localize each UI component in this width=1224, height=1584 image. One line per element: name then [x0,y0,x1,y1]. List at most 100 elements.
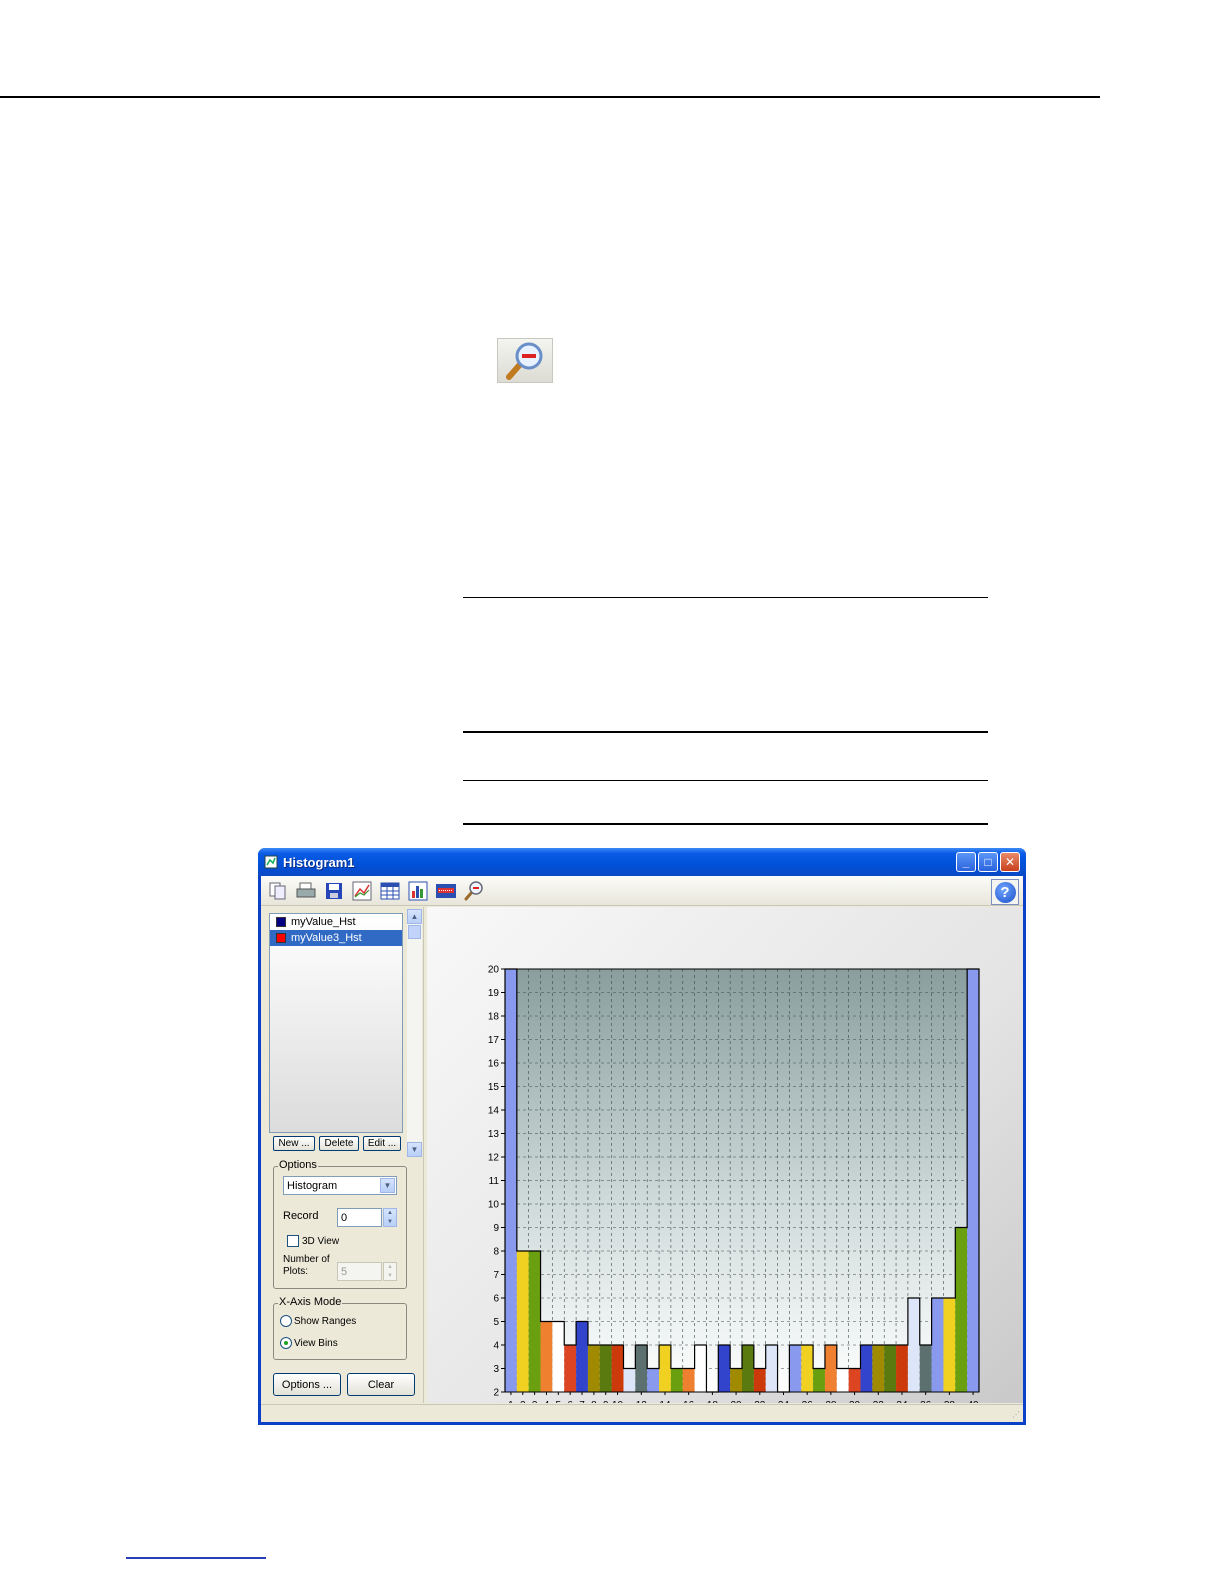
histogram-bar [872,1345,885,1392]
series-item-myvalue3-hst[interactable]: myValue3_Hst [270,930,402,946]
x-tick-label: 16 [683,1400,695,1403]
minimize-button[interactable]: _ [956,852,976,872]
histogram-bar [801,1345,814,1392]
3d-view-label: 3D View [302,1236,340,1247]
line-graph-icon[interactable] [351,880,373,902]
edit-series-button[interactable]: Edit ... [363,1136,401,1151]
scroll-thumb[interactable] [408,925,421,939]
histogram-bar [896,1345,908,1392]
x-tick-label: 32 [873,1400,885,1403]
y-tick-label: 11 [489,1176,500,1187]
histogram-bar [730,1368,742,1392]
histogram-bar [884,1345,897,1392]
y-tick-label: 3 [493,1364,499,1375]
zoom-out-icon[interactable] [463,880,485,902]
section-rule-1 [463,597,988,598]
x-tick-label: 18 [707,1400,719,1403]
table-icon[interactable] [379,880,401,902]
chevron-down-icon[interactable]: ▼ [380,1178,395,1193]
y-tick-label: 7 [493,1270,499,1281]
histogram-bar [647,1368,660,1392]
3d-view-checkbox[interactable] [287,1235,299,1247]
display-type-value: Histogram [287,1179,338,1192]
histogram-bar [718,1345,731,1392]
zoom-out-icon [497,338,553,383]
show-ranges-radio[interactable] [280,1315,292,1327]
histogram-bar [860,1345,873,1392]
record-value: 0 [341,1211,348,1224]
x-tick-label: 22 [754,1400,766,1403]
record-stepper[interactable]: ▲ ▼ [383,1208,397,1227]
series-item-label: myValue_Hst [291,916,356,928]
print-icon[interactable] [295,880,317,902]
histogram-bar [623,1368,636,1392]
left-panel: myValue_Hst myValue3_Hst ▲ ▼ New ... Del… [261,907,424,1403]
histogram-bar [505,969,517,1392]
histogram-bar [836,1368,849,1392]
section-rule-2 [463,731,988,733]
histogram-bar [919,1345,932,1392]
scroll-up-icon[interactable]: ▲ [407,909,422,924]
fft-icon[interactable] [435,880,457,902]
histogram-bar [813,1368,825,1392]
left-panel-scrollbar[interactable]: ▲ ▼ [407,909,422,1157]
resize-grip-icon[interactable]: ⋰ [1012,1410,1020,1419]
histogram-bar [635,1345,648,1392]
scroll-down-icon[interactable]: ▼ [407,1142,422,1157]
y-tick-label: 15 [488,1082,500,1093]
help-button[interactable]: ? [991,879,1019,905]
x-tick-label: 5 [556,1400,562,1403]
x-tick-label: 14 [659,1400,671,1403]
xaxis-mode-label: X-Axis Mode [278,1296,343,1308]
options-group-label: Options [278,1159,318,1171]
series-item-myvalue-hst[interactable]: myValue_Hst [270,914,402,930]
options-group: Options Histogram ▼ Record 0 ▲ ▼ 3D View … [273,1159,407,1289]
series-list[interactable]: myValue_Hst myValue3_Hst [269,913,403,1133]
close-button[interactable]: ✕ [1000,852,1020,872]
x-tick-label: 8 [591,1400,597,1403]
y-tick-label: 13 [488,1129,500,1140]
y-tick-label: 4 [493,1341,499,1352]
histogram-bar [587,1345,600,1392]
status-bar: ⋰ [261,1404,1023,1422]
clear-button[interactable]: Clear [347,1373,415,1396]
histogram-chart: 2345678910111213141516171819201234567891… [488,965,980,1411]
x-tick-label: 12 [636,1400,648,1403]
x-tick-label: 26 [802,1400,814,1403]
histogram-bar [670,1368,683,1392]
x-tick-label: 3 [532,1400,538,1403]
toolbar: ? [261,876,1023,906]
title-bar[interactable]: Histogram1 _ □ ✕ [258,848,1026,876]
display-type-select[interactable]: Histogram ▼ [283,1176,397,1195]
number-of-plots-stepper: ▲ ▼ [383,1262,397,1281]
y-tick-label: 8 [493,1247,499,1258]
histogram-bar [753,1368,766,1392]
maximize-button[interactable]: □ [978,852,998,872]
view-bins-radio[interactable] [280,1337,292,1349]
histogram-icon[interactable] [407,880,429,902]
histogram-bar [540,1321,553,1392]
copy-icon[interactable] [267,880,289,902]
x-tick-label: 2 [520,1400,526,1403]
save-icon[interactable] [323,880,345,902]
x-tick-label: 28 [825,1400,837,1403]
y-tick-label: 19 [488,988,500,999]
new-series-button[interactable]: New ... [273,1136,315,1151]
histogram-bar [931,1298,944,1392]
section-rule-3 [463,780,988,781]
histogram-bar [943,1298,956,1392]
options-button[interactable]: Options ... [273,1373,341,1396]
record-input[interactable]: 0 [337,1208,382,1227]
series-color-swatch [276,933,286,943]
y-tick-label: 9 [493,1223,499,1234]
histogram-bar [611,1345,624,1392]
y-tick-label: 18 [488,1012,500,1023]
histogram-bar [742,1345,754,1392]
xaxis-mode-group: X-Axis Mode Show Ranges View Bins [273,1296,407,1360]
footer-link-underline [126,1557,266,1559]
y-tick-label: 20 [488,965,500,976]
app-icon [264,855,278,869]
x-tick-label: 30 [849,1400,861,1403]
y-tick-label: 17 [488,1035,500,1046]
delete-series-button[interactable]: Delete [319,1136,359,1151]
